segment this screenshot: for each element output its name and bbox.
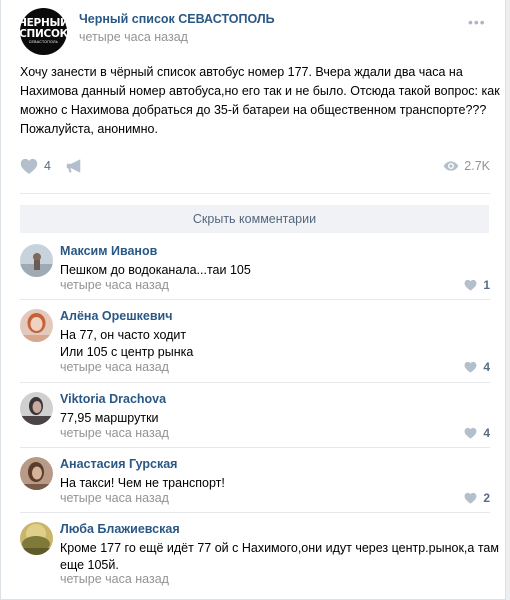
comment-like-button[interactable]: 1 xyxy=(464,278,490,292)
comment-text: На 77, он часто ходит Или 105 с центр ры… xyxy=(60,327,490,361)
comment-time[interactable]: четыре часа назад xyxy=(60,278,169,292)
comment-item: Анастасия Гурская На такси! Чем не транс… xyxy=(20,457,490,507)
divider xyxy=(20,299,490,300)
comment-text-line: 77,95 маршрутки xyxy=(60,411,159,425)
comment-like-button[interactable]: 2 xyxy=(464,491,490,505)
group-name-link[interactable]: Черный список СЕВАСТОПОЛЬ xyxy=(79,12,275,26)
views-count: 2.7K xyxy=(464,159,490,173)
heart-icon xyxy=(464,361,477,373)
megaphone-icon xyxy=(66,159,81,173)
comment-text: 77,95 маршрутки xyxy=(60,410,490,427)
comment-time[interactable]: четыре часа назад xyxy=(60,360,169,374)
avatar-text-line-3: СЕВАСТОПОЛЬ xyxy=(28,40,59,45)
group-avatar[interactable]: ЧЕРНЫЙ СПИСОК СЕВАСТОПОЛЬ xyxy=(19,8,69,55)
comment-author[interactable]: Viktoria Drachova xyxy=(60,392,166,406)
avatar[interactable] xyxy=(20,522,53,555)
comment-like-count: 2 xyxy=(483,491,490,505)
heart-icon xyxy=(20,158,38,174)
comment-like-count: 4 xyxy=(483,426,490,440)
comment-time[interactable]: четыре часа назад xyxy=(60,572,169,586)
post-text-line: Пожалуйста, анонимно. xyxy=(20,122,158,136)
comment-text-line: Или 105 с центр рынка xyxy=(60,345,194,359)
comment-author[interactable]: Максим Иванов xyxy=(60,244,157,258)
comment-like-count: 1 xyxy=(483,278,490,292)
comment-like-button[interactable]: 4 xyxy=(464,426,490,440)
comment-text-line: Пешком до водоканала...таи 105 xyxy=(60,263,251,277)
post-text-line: Хочу занести в чёрный список автобус ном… xyxy=(20,65,463,79)
comment-time[interactable]: четыре часа назад xyxy=(60,491,169,505)
like-button[interactable]: 4 xyxy=(20,158,51,174)
heart-icon xyxy=(464,427,477,439)
avatar[interactable] xyxy=(20,457,53,490)
comment-item: Viktoria Drachova 77,95 маршрутки четыре… xyxy=(20,392,490,442)
share-button[interactable] xyxy=(66,158,84,177)
comment-text: Кроме 177 го ещё идёт 77 ой с Нахимого,о… xyxy=(60,540,499,574)
avatar[interactable] xyxy=(20,244,53,277)
comment-text: Пешком до водоканала...таи 105 xyxy=(60,262,490,279)
heart-icon xyxy=(464,492,477,504)
comment-item: Максим Иванов Пешком до водоканала...таи… xyxy=(20,244,490,294)
hide-comments-button[interactable]: Скрыть комментарии xyxy=(20,205,489,233)
avatar[interactable] xyxy=(20,392,53,425)
divider xyxy=(20,512,490,513)
eye-icon xyxy=(443,161,459,171)
like-count: 4 xyxy=(44,159,51,173)
post-header: ЧЕРНЫЙ СПИСОК СЕВАСТОПОЛЬ Черный список … xyxy=(1,0,505,64)
post-text-line: можно с Нахимова добраться до 35-й батар… xyxy=(20,103,487,117)
comment-item: Алёна Орешкевич На 77, он часто ходит Ил… xyxy=(20,309,490,379)
post-actions: 4 2.7K xyxy=(20,156,490,180)
post-text: Хочу занести в чёрный список автобус ном… xyxy=(20,63,500,139)
comment-time[interactable]: четыре часа назад xyxy=(60,426,169,440)
comment-text-line: На такси! Чем не транспорт! xyxy=(60,476,225,490)
divider xyxy=(20,193,490,194)
comment-text: На такси! Чем не транспорт! xyxy=(60,475,490,492)
more-dots-icon[interactable]: ••• xyxy=(468,14,486,30)
comment-item: Люба Блажиевская Кроме 177 го ещё идёт 7… xyxy=(20,522,499,592)
post-card: ЧЕРНЫЙ СПИСОК СЕВАСТОПОЛЬ Черный список … xyxy=(0,0,506,600)
avatar[interactable] xyxy=(20,309,53,342)
heart-icon xyxy=(464,279,477,291)
comment-like-count: 4 xyxy=(483,360,490,374)
avatar-text-line-2: СПИСОК xyxy=(19,27,68,40)
comment-author[interactable]: Анастасия Гурская xyxy=(60,457,177,471)
post-time[interactable]: четыре часа назад xyxy=(79,30,188,44)
divider xyxy=(20,447,490,448)
comment-author[interactable]: Алёна Орешкевич xyxy=(60,309,172,323)
views-counter: 2.7K xyxy=(443,159,490,173)
comment-text-line: Кроме 177 го ещё идёт 77 ой с Нахимого,о… xyxy=(60,541,499,555)
comment-like-button[interactable]: 4 xyxy=(464,360,490,374)
divider xyxy=(20,382,490,383)
post-text-line: Нахимова данный номер автобуса,но его та… xyxy=(20,84,500,98)
comment-text-line: На 77, он часто ходит xyxy=(60,328,187,342)
comment-author[interactable]: Люба Блажиевская xyxy=(60,522,180,536)
